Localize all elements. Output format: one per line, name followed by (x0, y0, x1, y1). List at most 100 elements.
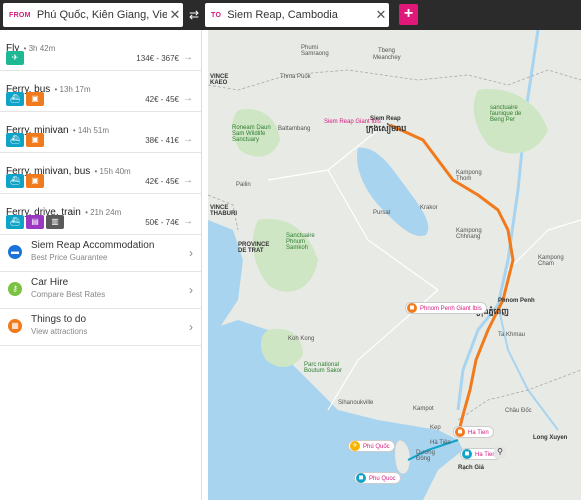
map[interactable]: VINCE KAEO Phumi Samraong Tbeng Meanchey T… (208, 30, 581, 500)
label-botum-sakor: Parc national Boutum Sakor (304, 362, 343, 374)
route-option[interactable]: Ferry, bus • 13h 17m ⛴ ▣ 42€ - 45€ → (0, 71, 201, 112)
arrow-right-icon: → (183, 175, 193, 186)
key-icon: ⚷ (8, 282, 22, 296)
callout-ha-tien-1-label: Ha Tien (468, 430, 489, 436)
label-pailin: Pailin (236, 182, 251, 188)
label-roneam-daun: Roneam Daun Sam Wildlife Sanctuary (232, 125, 271, 143)
arrow-right-icon: → (183, 216, 193, 227)
callout-phnom-penh-ibis-label: Phnom Penh Giant Ibis (420, 306, 482, 312)
from-input[interactable]: Phú Quốc, Kiên Giang, Viet… (37, 9, 167, 21)
routes-sidebar: Fly • 3h 42m ✈ 134€ - 367€ → Ferry, bus • 13… (0, 30, 202, 500)
to-tag: TO (211, 11, 222, 19)
label-koh-kong: Koh Kong (288, 336, 315, 342)
drive-mode-icon: ▤ (26, 215, 44, 229)
route-modes: ✈ (6, 51, 24, 65)
walk-icon[interactable]: ⚲ (494, 446, 506, 458)
route-duration: • 3h 42m (21, 44, 56, 53)
callout-phu-quoc-2-label: Phu Quoc (369, 476, 396, 482)
extra-title: Things to do (31, 314, 87, 325)
label-phumi-samraong: Phumi Samraong (301, 45, 329, 57)
extra-title: Car Hire (31, 277, 69, 288)
chevron-right-icon: › (189, 283, 193, 297)
callout-siem-reap-ibis[interactable]: Siem Reap Giant Ibis (320, 116, 385, 128)
route-modes: ⛴ ▤ ▥ (6, 215, 64, 229)
arrow-right-icon: → (183, 93, 193, 104)
route-modes: ⛴ ▣ (6, 174, 44, 188)
route-duration: • 15h 40m (92, 167, 131, 176)
callout-ha-tien-1[interactable]: ◼ Ha Tien (453, 426, 494, 438)
ferry-mode-icon: ⛴ (6, 92, 24, 106)
label-pursat: Pursat (373, 210, 391, 216)
extra-link[interactable]: ▬ Siem Reap Accommodation Best Price Guara… (0, 235, 201, 272)
label-vince-kaeo: VINCE KAEO (210, 74, 229, 86)
label-long-xuyen: Long Xuyen (533, 435, 568, 441)
bus-mode-icon: ▣ (26, 174, 44, 188)
route-price: 42€ - 45€ (145, 95, 179, 104)
route-option[interactable]: Ferry, minivan • 14h 51m ⛴ ▣ 38€ - 41€ → (0, 112, 201, 153)
callout-phnom-penh-ibis[interactable]: ◼ Phnom Penh Giant Ibis (405, 302, 487, 314)
train-mode-icon: ▥ (46, 215, 64, 229)
route-duration: • 14h 51m (70, 126, 109, 135)
route-price: 134€ - 367€ (136, 54, 179, 63)
route-duration: • 21h 24m (82, 208, 122, 217)
extra-link[interactable]: ⚷ Car Hire Compare Best Rates › (0, 272, 201, 309)
clear-from-icon[interactable]: ✕ (167, 7, 183, 23)
label-kampot: Kampot (413, 406, 434, 412)
route-option[interactable]: Ferry, minivan, bus • 15h 40m ⛴ ▣ 42€ - 45€… (0, 153, 201, 194)
swap-icon[interactable]: ⇄ (187, 7, 201, 23)
label-beng-per: sanctuaire faunique de Beng Per (490, 105, 522, 123)
extra-subtitle: Compare Best Rates (31, 290, 106, 299)
plane-pin-icon: ✈ (350, 441, 360, 451)
extra-subtitle: Best Price Guarantee (31, 253, 108, 262)
to-field[interactable]: TO Siem Reap, Cambodia ✕ (205, 3, 389, 27)
label-ta-khmau: Ta Khmau (498, 332, 526, 338)
route-option[interactable]: Ferry, drive, train • 21h 24m ⛴ ▤ ▥ 50€ - 74… (0, 194, 201, 235)
to-input[interactable]: Siem Reap, Cambodia (227, 9, 373, 21)
ferry-mode-icon: ⛴ (6, 133, 24, 147)
label-duong-dong: Dương Đông (416, 450, 435, 462)
route-price: 38€ - 41€ (145, 136, 179, 145)
add-destination-button[interactable]: + (399, 4, 418, 25)
arrow-right-icon: → (183, 52, 193, 63)
callout-ha-tien-2-label: Ha Tien (475, 452, 496, 458)
route-price: 50€ - 74€ (145, 218, 179, 227)
from-field[interactable]: FROM Phú Quốc, Kiên Giang, Viet… ✕ (3, 3, 183, 27)
sea-west (208, 220, 243, 335)
bus-mode-icon: ▣ (26, 92, 44, 106)
route-option[interactable]: Fly • 3h 42m ✈ 134€ - 367€ → (0, 30, 201, 71)
callout-phu-quoc-2[interactable]: ◼ Phu Quoc (354, 472, 401, 484)
bus-pin-icon: ◼ (407, 303, 417, 313)
label-chau-doc: Châu Đốc (505, 408, 532, 414)
label-kep: Kep (430, 425, 441, 431)
ferry-mode-icon: ⛴ (6, 174, 24, 188)
extra-subtitle: View attractions (31, 327, 88, 336)
route-price: 42€ - 45€ (145, 177, 179, 186)
ferry-pin-icon: ◼ (462, 449, 472, 459)
label-kampong-chhnang: Kampong Chhnang (456, 228, 482, 240)
country-border (208, 69, 581, 91)
label-samkoh: Sanctuaire Phnum Samkoh (286, 233, 315, 251)
tonle-sap-lake (357, 147, 429, 236)
bed-icon: ▬ (8, 245, 22, 259)
map-canvas (208, 30, 581, 500)
clear-to-icon[interactable]: ✕ (373, 7, 389, 23)
route-modes: ⛴ ▣ (6, 133, 44, 147)
park-cardamom (252, 219, 318, 292)
label-battambang: Battambang (278, 126, 311, 132)
route-modes: ⛴ ▣ (6, 92, 44, 106)
search-bar: FROM Phú Quốc, Kiên Giang, Viet… ✕ ⇄ TO … (0, 0, 581, 30)
callout-phu-quoc-1-label: Phú Quốc (363, 444, 390, 450)
label-chanthaburi: VINCE THABURI (210, 205, 237, 217)
label-meanchey: Meanchey (373, 55, 401, 61)
extra-link[interactable]: ▦ Things to do View attractions › (0, 309, 201, 346)
label-kampong-cham: Kampong Cham (538, 255, 564, 267)
bus-pin-icon: ◼ (455, 427, 465, 437)
route-duration: • 13h 17m (52, 85, 91, 94)
label-rach-gia: Rạch Giá (458, 465, 485, 471)
callout-phu-quoc-1[interactable]: ✈ Phú Quốc (348, 440, 395, 452)
bus-mode-icon: ▣ (26, 133, 44, 147)
bus-route (389, 123, 515, 436)
label-tbeng-meanchey: Tbeng (378, 48, 396, 54)
from-tag: FROM (9, 11, 31, 19)
label-krakor: Krakor (420, 205, 438, 211)
